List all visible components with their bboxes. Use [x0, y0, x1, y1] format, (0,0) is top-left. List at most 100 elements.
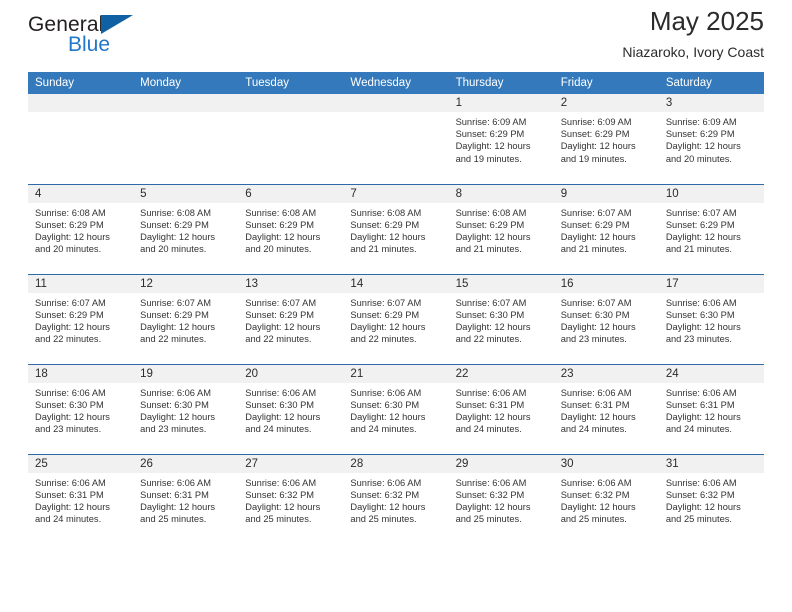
- day-number: 29: [448, 454, 554, 473]
- daylight-duration-line-2: and 24 minutes.: [560, 424, 627, 435]
- daylight-duration-line-2: and 25 minutes.: [245, 514, 312, 525]
- calendar-day-cell[interactable]: 16 Sunrise: 6:07 AM Sunset: 6:30 PM Dayligh…: [553, 273, 659, 364]
- calendar-day-cell[interactable]: 1 Sunrise: 6:09 AM Sunset: 6:29 PM Daylight…: [448, 94, 554, 184]
- calendar-day-cell[interactable]: 17 Sunrise: 6:06 AM Sunset: 6:30 PM Dayligh…: [658, 273, 764, 364]
- sunset-time: Sunset: 6:29 PM: [245, 309, 315, 320]
- day-number: 27: [238, 454, 344, 473]
- daylight-duration-line-2: and 20 minutes.: [245, 244, 312, 255]
- day-details: Sunrise: 6:06 AM Sunset: 6:31 PM Daylight:…: [554, 383, 659, 436]
- calendar-day-cell[interactable]: 14 Sunrise: 6:07 AM Sunset: 6:29 PM Dayligh…: [343, 273, 449, 364]
- page-header: General Blue May 2025 Niazaroko, Ivory C…: [28, 0, 764, 72]
- sunset-time: Sunset: 6:32 PM: [245, 489, 315, 500]
- general-blue-logo[interactable]: General Blue: [28, 14, 178, 70]
- day-details: Sunrise: 6:07 AM Sunset: 6:30 PM Daylight:…: [554, 293, 659, 346]
- calendar-day-cell[interactable]: 15 Sunrise: 6:07 AM Sunset: 6:30 PM Dayligh…: [448, 273, 554, 364]
- daylight-duration-line-2: and 23 minutes.: [140, 424, 207, 435]
- day-number: [28, 94, 134, 112]
- calendar-page: General Blue May 2025 Niazaroko, Ivory C…: [0, 0, 792, 612]
- calendar-day-cell[interactable]: 13 Sunrise: 6:07 AM Sunset: 6:29 PM Dayligh…: [238, 273, 344, 364]
- sunrise-time: Sunrise: 6:06 AM: [560, 387, 632, 398]
- daylight-duration-line-1: Daylight: 12 hours: [455, 141, 531, 152]
- day-details: Sunrise: 6:07 AM Sunset: 6:29 PM Daylight:…: [133, 293, 238, 346]
- day-number: 9: [553, 184, 659, 203]
- day-details: Sunrise: 6:07 AM Sunset: 6:29 PM Daylight:…: [238, 293, 343, 346]
- daylight-duration-line-1: Daylight: 12 hours: [140, 231, 216, 242]
- calendar-day-cell[interactable]: 10 Sunrise: 6:07 AM Sunset: 6:29 PM Dayligh…: [658, 183, 764, 274]
- sunrise-time: Sunrise: 6:06 AM: [560, 477, 632, 488]
- daylight-duration-line-1: Daylight: 12 hours: [560, 411, 636, 422]
- day-number: 5: [133, 184, 239, 203]
- calendar-day-cell[interactable]: 4 Sunrise: 6:08 AM Sunset: 6:29 PM Daylight…: [28, 183, 134, 274]
- page-subtitle: Niazaroko, Ivory Coast: [622, 44, 764, 61]
- calendar-week-row: 4 Sunrise: 6:08 AM Sunset: 6:29 PM Daylight…: [28, 183, 764, 274]
- daylight-duration-line-1: Daylight: 12 hours: [245, 231, 321, 242]
- calendar-day-cell[interactable]: 26 Sunrise: 6:06 AM Sunset: 6:31 PM Dayligh…: [133, 453, 239, 544]
- calendar-day-cell[interactable]: 2 Sunrise: 6:09 AM Sunset: 6:29 PM Daylight…: [553, 94, 659, 184]
- daylight-duration-line-1: Daylight: 12 hours: [665, 231, 741, 242]
- sunset-time: Sunset: 6:31 PM: [665, 399, 735, 410]
- calendar-day-cell[interactable]: 11 Sunrise: 6:07 AM Sunset: 6:29 PM Dayligh…: [28, 273, 134, 364]
- sunrise-time: Sunrise: 6:07 AM: [140, 297, 211, 308]
- calendar-day-cell[interactable]: 3 Sunrise: 6:09 AM Sunset: 6:29 PM Daylight…: [658, 94, 764, 184]
- calendar-day-cell[interactable]: 19 Sunrise: 6:06 AM Sunset: 6:30 PM Dayligh…: [133, 363, 239, 454]
- calendar-head: Sunday Monday Tuesday Wednesday Thursday…: [28, 72, 764, 94]
- day-details: Sunrise: 6:08 AM Sunset: 6:29 PM Daylight:…: [238, 203, 343, 256]
- calendar-day-cell[interactable]: 29 Sunrise: 6:06 AM Sunset: 6:32 PM Dayligh…: [448, 453, 554, 544]
- calendar-day-cell[interactable]: 7 Sunrise: 6:08 AM Sunset: 6:29 PM Daylight…: [343, 183, 449, 274]
- calendar-day-cell[interactable]: 18 Sunrise: 6:06 AM Sunset: 6:30 PM Dayligh…: [28, 363, 134, 454]
- calendar-day-cell[interactable]: 27 Sunrise: 6:06 AM Sunset: 6:32 PM Dayligh…: [238, 453, 344, 544]
- daylight-duration-line-1: Daylight: 12 hours: [245, 411, 321, 422]
- calendar-table: Sunday Monday Tuesday Wednesday Thursday…: [28, 72, 764, 544]
- sunrise-time: Sunrise: 6:06 AM: [665, 477, 737, 488]
- sunset-time: Sunset: 6:30 PM: [560, 309, 630, 320]
- daylight-duration-line-2: and 24 minutes.: [350, 424, 417, 435]
- calendar-day-cell-empty: [28, 94, 134, 184]
- day-details: Sunrise: 6:06 AM Sunset: 6:32 PM Daylight:…: [659, 473, 764, 526]
- calendar-day-cell[interactable]: 31 Sunrise: 6:06 AM Sunset: 6:32 PM Dayligh…: [658, 453, 764, 544]
- calendar-week-row: 25 Sunrise: 6:06 AM Sunset: 6:31 PM Dayligh…: [28, 453, 764, 544]
- calendar-day-cell[interactable]: 12 Sunrise: 6:07 AM Sunset: 6:29 PM Dayligh…: [133, 273, 239, 364]
- calendar-day-cell[interactable]: 24 Sunrise: 6:06 AM Sunset: 6:31 PM Dayligh…: [658, 363, 764, 454]
- calendar-day-cell[interactable]: 20 Sunrise: 6:06 AM Sunset: 6:30 PM Dayligh…: [238, 363, 344, 454]
- day-details: Sunrise: 6:07 AM Sunset: 6:29 PM Daylight:…: [659, 203, 764, 256]
- daylight-duration-line-2: and 25 minutes.: [350, 514, 417, 525]
- weekday-header-tuesday: Tuesday: [238, 72, 344, 94]
- calendar-day-cell[interactable]: 21 Sunrise: 6:06 AM Sunset: 6:30 PM Dayligh…: [343, 363, 449, 454]
- calendar-day-cell[interactable]: 9 Sunrise: 6:07 AM Sunset: 6:29 PM Daylight…: [553, 183, 659, 274]
- weekday-header-monday: Monday: [133, 72, 239, 94]
- day-number: 11: [28, 274, 134, 293]
- day-details: Sunrise: 6:06 AM Sunset: 6:32 PM Daylight:…: [554, 473, 659, 526]
- sunset-time: Sunset: 6:29 PM: [350, 219, 420, 230]
- calendar-body: 1 Sunrise: 6:09 AM Sunset: 6:29 PM Daylight…: [28, 94, 764, 544]
- calendar-day-cell[interactable]: 25 Sunrise: 6:06 AM Sunset: 6:31 PM Dayligh…: [28, 453, 134, 544]
- sunrise-time: Sunrise: 6:06 AM: [350, 387, 422, 398]
- sunset-time: Sunset: 6:29 PM: [455, 219, 525, 230]
- sunrise-time: Sunrise: 6:08 AM: [350, 207, 422, 218]
- calendar-day-cell[interactable]: 30 Sunrise: 6:06 AM Sunset: 6:32 PM Dayligh…: [553, 453, 659, 544]
- daylight-duration-line-1: Daylight: 12 hours: [665, 321, 741, 332]
- weekday-header-thursday: Thursday: [448, 72, 554, 94]
- sunrise-time: Sunrise: 6:09 AM: [665, 117, 737, 127]
- calendar-day-cell[interactable]: 28 Sunrise: 6:06 AM Sunset: 6:32 PM Dayligh…: [343, 453, 449, 544]
- day-details: Sunrise: 6:08 AM Sunset: 6:29 PM Daylight:…: [28, 203, 133, 256]
- calendar-day-cell[interactable]: 8 Sunrise: 6:08 AM Sunset: 6:29 PM Daylight…: [448, 183, 554, 274]
- calendar-day-cell[interactable]: 23 Sunrise: 6:06 AM Sunset: 6:31 PM Dayligh…: [553, 363, 659, 454]
- day-details: Sunrise: 6:06 AM Sunset: 6:30 PM Daylight:…: [238, 383, 343, 436]
- calendar-day-cell[interactable]: 22 Sunrise: 6:06 AM Sunset: 6:31 PM Dayligh…: [448, 363, 554, 454]
- day-details: Sunrise: 6:06 AM Sunset: 6:31 PM Daylight:…: [659, 383, 764, 436]
- sunset-time: Sunset: 6:31 PM: [455, 399, 525, 410]
- sunrise-time: Sunrise: 6:06 AM: [245, 387, 317, 398]
- sunrise-time: Sunrise: 6:07 AM: [665, 207, 737, 218]
- calendar-day-cell[interactable]: 5 Sunrise: 6:08 AM Sunset: 6:29 PM Daylight…: [133, 183, 239, 274]
- day-details: Sunrise: 6:06 AM Sunset: 6:30 PM Daylight:…: [133, 383, 238, 436]
- daylight-duration-line-2: and 22 minutes.: [350, 334, 417, 345]
- sunrise-time: Sunrise: 6:08 AM: [455, 207, 527, 218]
- day-details: Sunrise: 6:06 AM Sunset: 6:30 PM Daylight:…: [343, 383, 448, 436]
- day-details: Sunrise: 6:06 AM Sunset: 6:32 PM Daylight:…: [238, 473, 343, 526]
- daylight-duration-line-2: and 25 minutes.: [665, 514, 732, 525]
- sunrise-time: Sunrise: 6:06 AM: [35, 387, 106, 398]
- calendar-day-cell[interactable]: 6 Sunrise: 6:08 AM Sunset: 6:29 PM Daylight…: [238, 183, 344, 274]
- page-title: May 2025: [649, 6, 764, 36]
- sunrise-time: Sunrise: 6:06 AM: [35, 477, 106, 488]
- sunset-time: Sunset: 6:30 PM: [140, 399, 209, 410]
